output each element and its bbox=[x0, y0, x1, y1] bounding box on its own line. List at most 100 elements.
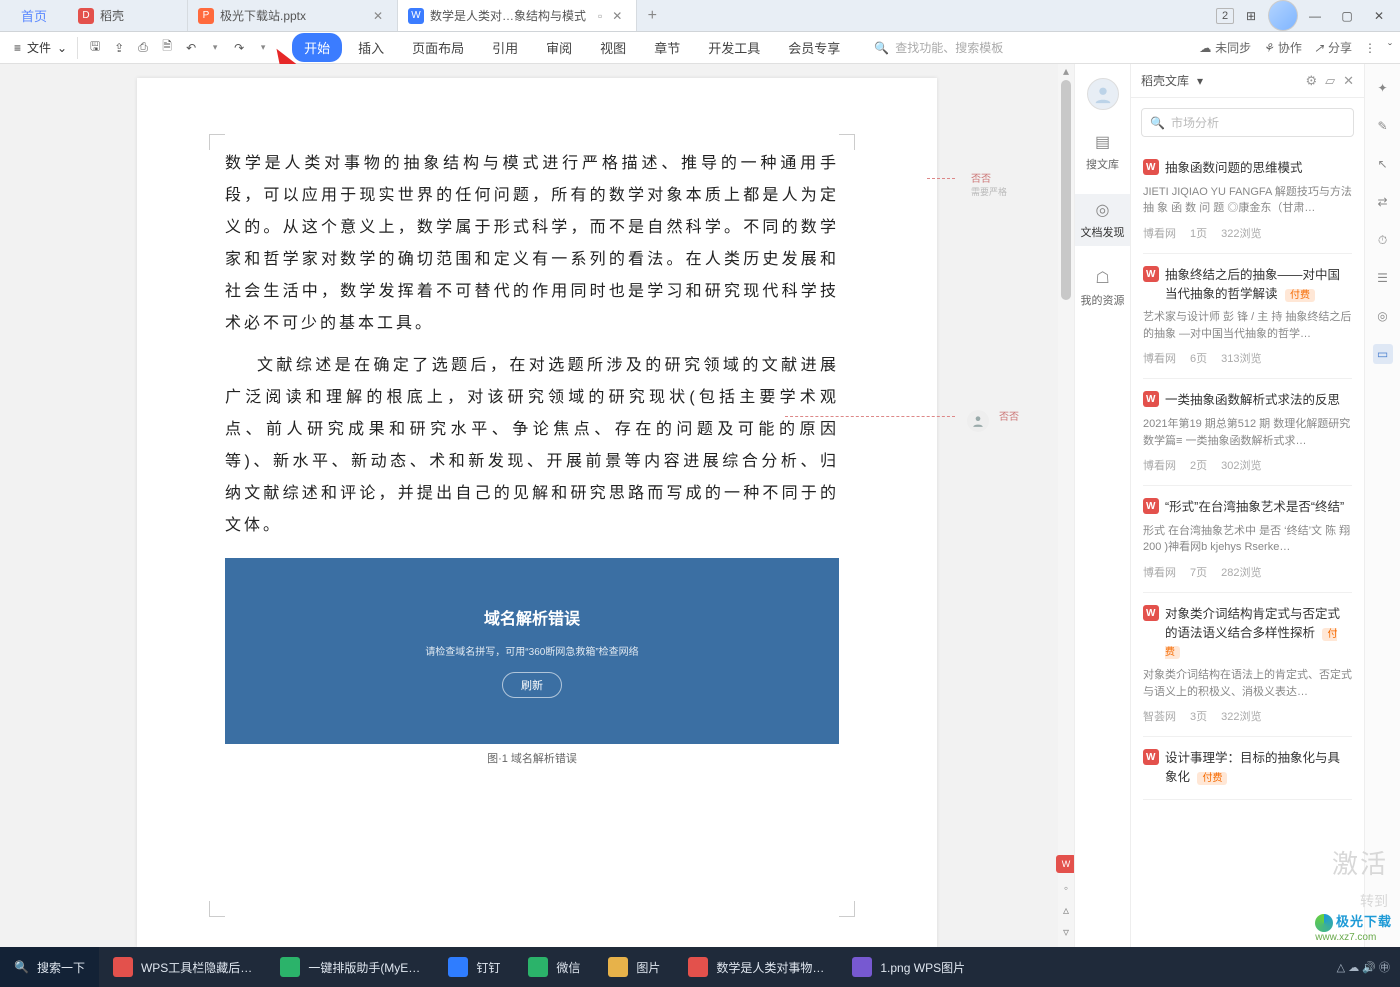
strip-edit-icon[interactable]: ✎ bbox=[1373, 116, 1393, 136]
taskbar-app[interactable]: 钉钉 bbox=[434, 947, 514, 987]
library-card[interactable]: 对象类介词结构肯定式与否定式的语法语义结合多样性探析 付费对象类介词结构在语法上… bbox=[1143, 593, 1352, 737]
minimize-button[interactable]: — bbox=[1300, 0, 1330, 31]
menu-chapter[interactable]: 章节 bbox=[642, 33, 692, 62]
sync-status[interactable]: ☁未同步 bbox=[1199, 39, 1251, 56]
print-button[interactable]: ⎙ bbox=[132, 37, 154, 59]
maximize-button[interactable]: ▢ bbox=[1332, 0, 1362, 31]
menu-start[interactable]: 开始 bbox=[292, 33, 342, 62]
nav-doc-discover[interactable]: ◎ 文档发现 bbox=[1075, 194, 1130, 246]
library-card[interactable]: “形式”在台湾抽象艺术是否“终结”形式 在台湾抽象艺术中 是否 ‘终结’文 陈 … bbox=[1143, 486, 1352, 593]
comment-marker[interactable]: 否否 bbox=[999, 408, 1019, 423]
more-button[interactable]: ⋮ bbox=[1364, 41, 1376, 55]
close-window-button[interactable]: ✕ bbox=[1364, 0, 1394, 31]
nav-search-docs[interactable]: ▤ 搜文库 bbox=[1075, 126, 1130, 178]
redo-button[interactable]: ↷ bbox=[228, 37, 250, 59]
menu-member[interactable]: 会员专享 bbox=[776, 33, 852, 62]
tab-doc-active[interactable]: W 数学是人类对…象结构与模式 ▫ ✕ bbox=[398, 0, 637, 31]
menu-insert[interactable]: 插入 bbox=[346, 33, 396, 62]
vertical-scrollbar[interactable]: ▴ W ◦ ▵ ▿ bbox=[1058, 64, 1074, 947]
strip-select-icon[interactable]: ↖ bbox=[1373, 154, 1393, 174]
share-button[interactable]: ↗分享 bbox=[1314, 39, 1352, 56]
file-menu[interactable]: ≡ 文件 ⌄ bbox=[8, 35, 73, 60]
taskbar-app[interactable]: 一键排版助手(MyE… bbox=[266, 947, 434, 987]
person-icon: ☖ bbox=[1093, 268, 1113, 288]
card-title: 设计事理学：目标的抽象化与具象化 付费 bbox=[1165, 749, 1352, 787]
notify-icon[interactable]: ▱ bbox=[1325, 73, 1335, 89]
menu-view[interactable]: 视图 bbox=[588, 33, 638, 62]
tab-pptx[interactable]: P 极光下载站.pptx ✕ bbox=[188, 0, 398, 31]
menu-devtools[interactable]: 开发工具 bbox=[696, 33, 772, 62]
taskbar-app[interactable]: 1.png WPS图片 bbox=[838, 947, 979, 987]
save-button[interactable]: 🖫 bbox=[84, 37, 106, 59]
preview-button[interactable]: 🗎 bbox=[156, 37, 178, 59]
library-card[interactable]: 抽象函数问题的思维模式JIETI JIQIAO YU FANGFA 解题技巧与方… bbox=[1143, 147, 1352, 254]
library-header: 稻壳文库 ▾ ⚙ ▱ ✕ bbox=[1131, 64, 1364, 98]
menu-layout[interactable]: 页面布局 bbox=[400, 33, 476, 62]
taskbar-app[interactable]: 图片 bbox=[594, 947, 674, 987]
strip-sparkle-icon[interactable]: ✦ bbox=[1373, 78, 1393, 98]
export-button[interactable]: ⇪ bbox=[108, 37, 130, 59]
library-card[interactable]: 设计事理学：目标的抽象化与具象化 付费 bbox=[1143, 737, 1352, 800]
undo-more[interactable]: ▾ bbox=[204, 37, 226, 59]
card-desc: 艺术家与设计师 彭 锋 / 主 持 抽象终结之后的抽象 —对中国当代抽象的哲学… bbox=[1143, 309, 1352, 342]
library-search[interactable]: 🔍 市场分析 bbox=[1141, 108, 1354, 137]
library-panel: 稻壳文库 ▾ ⚙ ▱ ✕ 🔍 市场分析 抽象函数问题的思维模式JIETI JIQ… bbox=[1130, 64, 1364, 947]
redo-more[interactable]: ▾ bbox=[252, 37, 274, 59]
nav-my-resources[interactable]: ☖ 我的资源 bbox=[1075, 262, 1130, 314]
home-tab[interactable]: 首页 bbox=[0, 0, 68, 31]
num-icon[interactable]: 2 bbox=[1216, 8, 1234, 24]
app-label: 微信 bbox=[556, 959, 580, 976]
menu-reference[interactable]: 引用 bbox=[480, 33, 530, 62]
coop-icon: ⚘ bbox=[1263, 41, 1274, 55]
strip-target-icon[interactable]: ◎ bbox=[1373, 306, 1393, 326]
strip-settings-icon[interactable]: ⇄ bbox=[1373, 192, 1393, 212]
strip-history-icon[interactable]: ⏱ bbox=[1373, 230, 1393, 250]
doc-paragraph-2[interactable]: 文献综述是在确定了选题后，在对选题所涉及的研究领域的文献进展广泛阅读和理解的根底… bbox=[225, 350, 839, 542]
avatar-icon[interactable] bbox=[1268, 0, 1298, 31]
scroll-nav-icon[interactable]: ◦ bbox=[1064, 881, 1068, 895]
user-avatar[interactable] bbox=[1087, 78, 1119, 110]
system-tray[interactable]: △ ☁ 🔊 ㊥ bbox=[1337, 959, 1400, 975]
undo-button[interactable]: ↶ bbox=[180, 37, 202, 59]
new-tab-button[interactable]: + bbox=[637, 0, 667, 31]
menu-review[interactable]: 审阅 bbox=[534, 33, 584, 62]
taskbar-search[interactable]: 🔍 搜索一下 bbox=[0, 947, 99, 987]
comment-marker[interactable]: 否否 需要严格 bbox=[971, 170, 1007, 198]
strip-panel-toggle-icon[interactable]: ▭ bbox=[1373, 344, 1393, 364]
document-viewport[interactable]: 否否 需要严格 数学是人类对事物的抽象结构与模式进行严格描述、推导的一种通用手段… bbox=[0, 64, 1074, 947]
card-desc: JIETI JIQIAO YU FANGFA 解题技巧与方法 抽 象 函 数 问… bbox=[1143, 184, 1352, 217]
taskbar-app[interactable]: 数学是人类对事物… bbox=[674, 947, 838, 987]
library-title[interactable]: 稻壳文库 bbox=[1141, 72, 1189, 89]
ribbon-search[interactable]: 🔍 查找功能、搜索模板 bbox=[874, 39, 1003, 56]
close-icon[interactable]: ✕ bbox=[369, 9, 387, 23]
app-label: 图片 bbox=[636, 959, 660, 976]
chevron-down-icon[interactable]: ▾ bbox=[1197, 74, 1203, 88]
embedded-image[interactable]: 域名解析错误 请检查域名拼写，可用“360断网急救箱”检查网络 刷新 bbox=[225, 558, 839, 744]
scroll-nav-down-icon[interactable]: ▿ bbox=[1063, 925, 1069, 939]
tab-daoke[interactable]: D 稻壳 bbox=[68, 0, 188, 31]
margin-corner bbox=[839, 134, 855, 150]
strip-layers-icon[interactable]: ☰ bbox=[1373, 268, 1393, 288]
close-panel-icon[interactable]: ✕ bbox=[1343, 73, 1354, 89]
daoke-icon: D bbox=[78, 8, 94, 24]
scrollbar-up-icon[interactable]: ▴ bbox=[1058, 64, 1074, 78]
coop-button[interactable]: ⚘协作 bbox=[1263, 39, 1302, 56]
gear-icon[interactable]: ⚙ bbox=[1305, 73, 1317, 89]
library-card[interactable]: 一类抽象函数解析式求法的反思2021年第19 期总第512 期 数理化解题研究 … bbox=[1143, 379, 1352, 486]
sync-label: 未同步 bbox=[1215, 39, 1251, 56]
collapse-ribbon[interactable]: ˇ bbox=[1388, 41, 1392, 55]
doc-type-icon bbox=[1143, 498, 1159, 514]
apps-icon[interactable]: ⊞ bbox=[1236, 0, 1266, 31]
word-icon: W bbox=[408, 8, 424, 24]
comment-avatar-icon[interactable] bbox=[967, 410, 989, 432]
library-card[interactable]: 抽象终结之后的抽象——对中国当代抽象的哲学解读 付费艺术家与设计师 彭 锋 / … bbox=[1143, 254, 1352, 380]
library-results[interactable]: 抽象函数问题的思维模式JIETI JIQIAO YU FANGFA 解题技巧与方… bbox=[1131, 147, 1364, 947]
close-icon[interactable]: ✕ bbox=[608, 9, 626, 23]
wps-badge-icon[interactable]: W bbox=[1056, 855, 1074, 873]
scroll-nav-up-icon[interactable]: ▵ bbox=[1063, 903, 1069, 917]
taskbar-app[interactable]: 微信 bbox=[514, 947, 594, 987]
doc-paragraph-1[interactable]: 数学是人类对事物的抽象结构与模式进行严格描述、推导的一种通用手段，可以应用于现实… bbox=[225, 148, 839, 340]
doc-type-icon bbox=[1143, 605, 1159, 621]
taskbar-app[interactable]: WPS工具栏隐藏后… bbox=[99, 947, 266, 987]
scroll-thumb[interactable] bbox=[1061, 80, 1071, 300]
